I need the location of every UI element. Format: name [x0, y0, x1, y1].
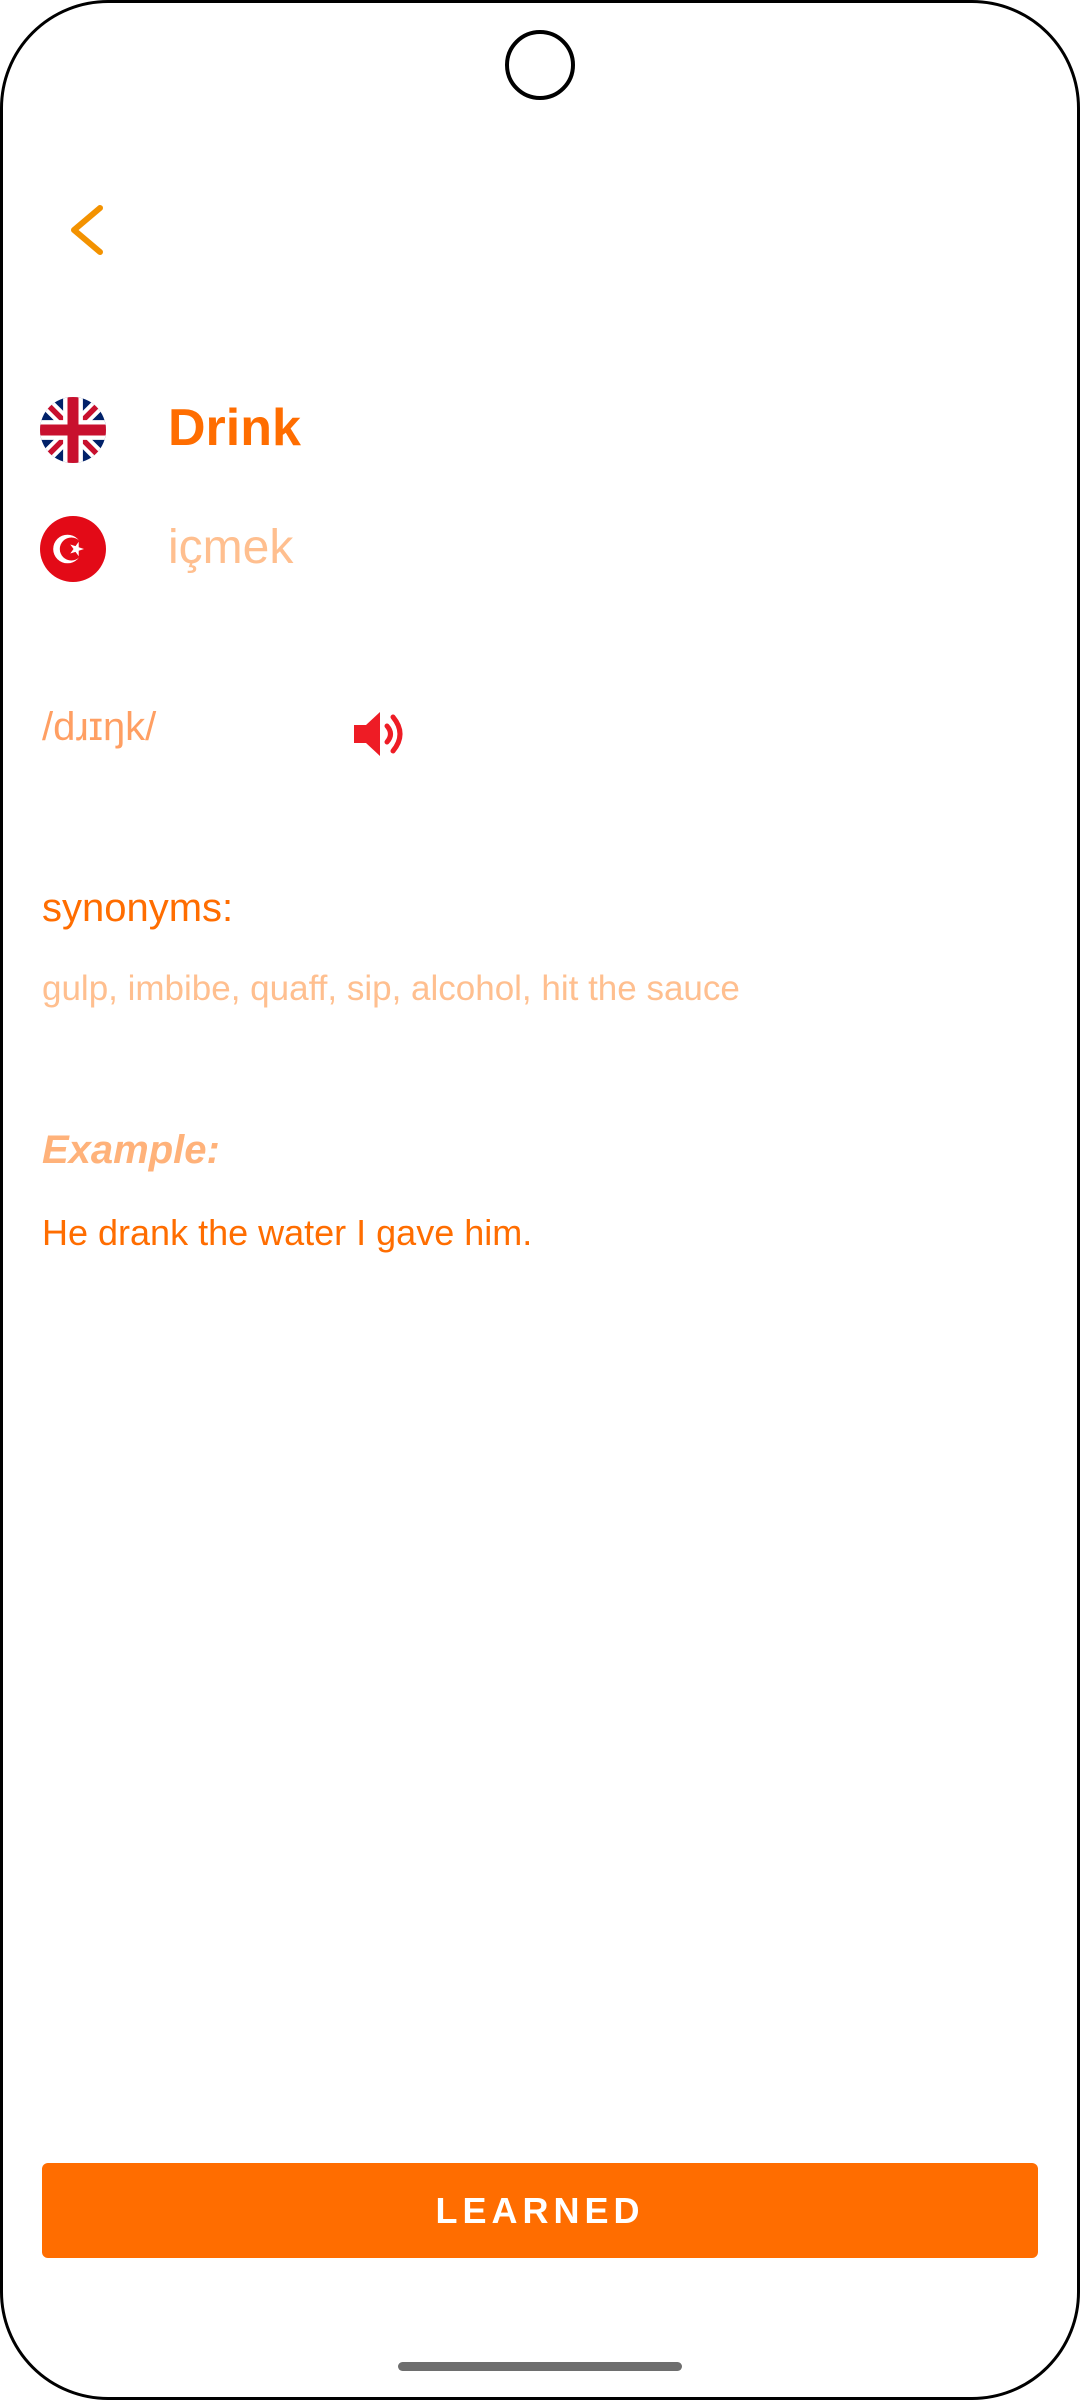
turkey-flag-icon [40, 516, 106, 582]
word-text: Drink [168, 399, 301, 457]
speaker-icon [354, 712, 403, 756]
example-label: Example: [42, 1128, 220, 1173]
device-frame [0, 0, 1080, 2400]
translation-text: içmek [168, 521, 294, 574]
home-indicator[interactable] [398, 2362, 682, 2371]
example-sentence: He drank the water I gave him. [42, 1212, 533, 1253]
app-screen: Drink içmek /dɹɪŋk/ synonyms: gulp, imbi… [0, 0, 1080, 2400]
learned-button[interactable]: LEARNED [42, 2163, 1038, 2258]
synonyms-text: gulp, imbibe, quaff, sip, alcohol, hit t… [42, 969, 740, 1008]
phonetic-text: /dɹɪŋk/ [42, 705, 157, 749]
play-pronunciation-button[interactable] [350, 705, 410, 763]
uk-flag-icon [40, 397, 106, 463]
back-button[interactable] [60, 190, 120, 270]
front-camera [505, 30, 575, 100]
synonyms-label: synonyms: [42, 886, 234, 930]
chevron-left-icon [71, 205, 103, 255]
example-label-colon: : [206, 1128, 220, 1172]
example-label-word: Example [42, 1128, 207, 1172]
